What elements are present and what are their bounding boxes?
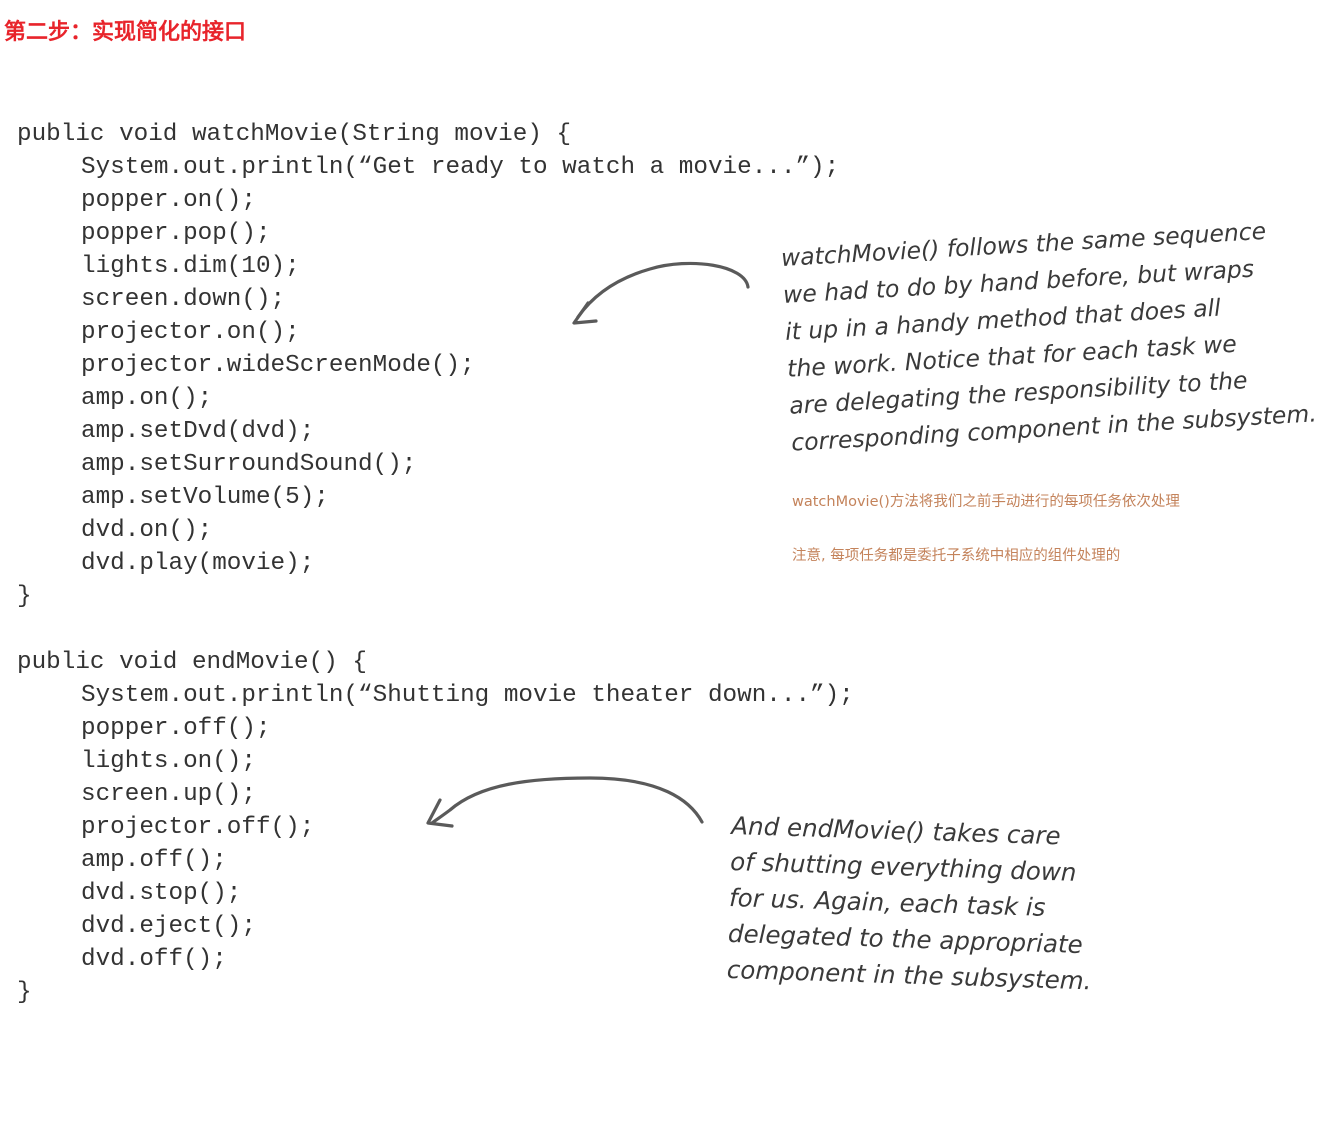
code-line: popper.off(); — [81, 715, 271, 742]
watch-movie-handwritten-note: watchMovie() follows the same sequence we… — [780, 211, 1318, 462]
code-line: System.out.println(“Shutting movie theat… — [81, 682, 854, 709]
code-line: popper.pop(); — [81, 220, 271, 247]
watch-movie-chinese-note-1: watchMovie()方法将我们之前手动进行的每项任务依次处理 — [792, 494, 1180, 510]
watch-movie-code-block: public void watchMovie(String movie) { Sy… — [17, 118, 839, 613]
code-line: dvd.on(); — [81, 517, 213, 544]
end-movie-arrow-icon — [426, 776, 704, 828]
code-line: public void endMovie() { — [17, 649, 367, 676]
code-line: amp.setDvd(dvd); — [81, 418, 315, 445]
code-line: dvd.play(movie); — [81, 550, 315, 577]
code-line: System.out.println(“Get ready to watch a… — [81, 154, 840, 181]
code-line: popper.on(); — [81, 187, 256, 214]
code-line: amp.setSurroundSound(); — [81, 451, 417, 478]
code-line: amp.setVolume(5); — [81, 484, 329, 511]
code-line: } — [17, 583, 32, 610]
watch-movie-chinese-note-2: 注意, 每项任务都是委托子系统中相应的组件处理的 — [792, 548, 1121, 564]
section-heading: 第二步：实现简化的接口 — [4, 20, 247, 45]
end-movie-handwritten-note: And endMovie() takes care of shutting eve… — [726, 808, 1096, 999]
code-line: amp.off(); — [81, 847, 227, 874]
code-line: projector.wideScreenMode(); — [81, 352, 475, 379]
code-line: amp.on(); — [81, 385, 213, 412]
code-line: public void watchMovie(String movie) { — [17, 121, 572, 148]
watch-movie-arrow-icon — [572, 261, 750, 325]
